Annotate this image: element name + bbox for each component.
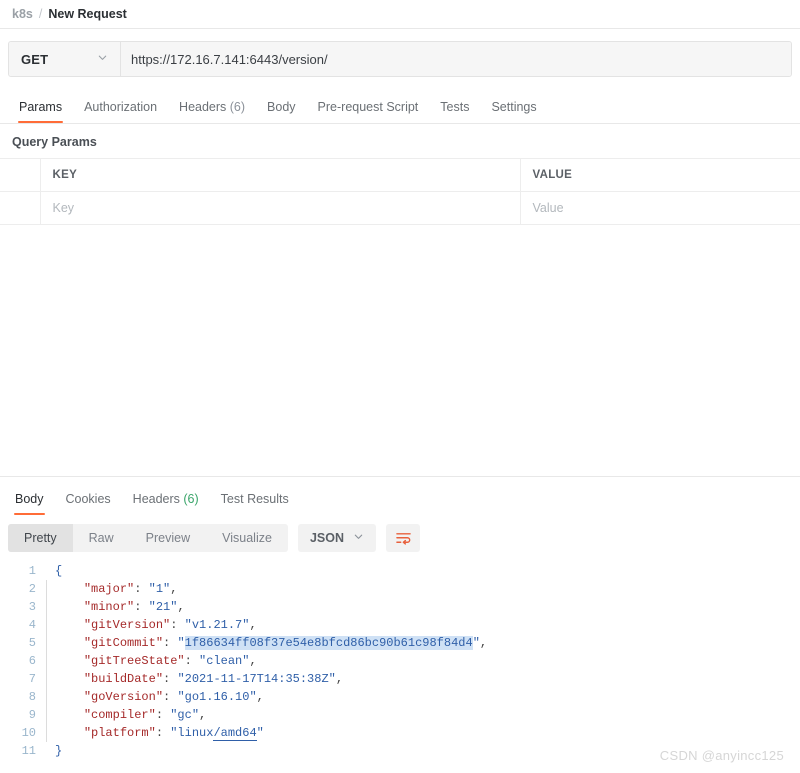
view-mode-raw[interactable]: Raw	[73, 524, 130, 552]
request-url-input[interactable]: https://172.16.7.141:6443/version/	[121, 42, 791, 76]
response-format-label: JSON	[309, 531, 344, 545]
line-number: 3	[28, 600, 36, 614]
param-value-input[interactable]: Value	[519, 191, 800, 225]
query-params-table: KEY VALUE Key Value	[0, 158, 800, 225]
line-number: 9	[28, 708, 36, 722]
column-select-all[interactable]	[0, 158, 41, 192]
code-line: 5 "gitCommit": "1f86634ff08f37e54e8bfcd8…	[0, 634, 800, 652]
line-number: 6	[28, 654, 36, 668]
request-tab-bar: Params Authorization Headers (6) Body Pre-re…	[0, 93, 800, 123]
code-line: 2 "major": "1",	[0, 580, 800, 598]
request-pane-empty-space	[0, 225, 800, 476]
breadcrumb-separator: /	[38, 7, 43, 21]
code-line: 3 "minor": "21",	[0, 598, 800, 616]
breadcrumb-request-name[interactable]: New Request	[48, 7, 127, 21]
tab-label: Body	[267, 100, 296, 114]
response-tab-bar: Body Cookies Headers (6) Test Results	[0, 485, 800, 515]
http-method-selector[interactable]: GET	[9, 42, 121, 76]
http-method-label: GET	[21, 51, 49, 67]
code-line-text: "goVersion": "go1.16.10",	[83, 690, 264, 704]
response-format-selector[interactable]: JSON	[297, 524, 376, 552]
code-line-text: "gitCommit": "1f86634ff08f37e54e8bfcd86b…	[83, 636, 488, 650]
view-mode-visualize[interactable]: Visualize	[206, 524, 288, 552]
line-number: 4	[28, 618, 36, 632]
line-number: 1	[28, 564, 36, 578]
postman-window: k8s / New Request GET https://172.16.7.1…	[0, 0, 800, 773]
tab-count-badge: (6)	[226, 100, 246, 114]
code-line: 10 "platform": "linux/amd64"	[0, 724, 800, 742]
selected-text: 1f86634ff08f37e54e8bfcd86bc90b61c98f84d4	[184, 636, 473, 650]
code-line: 8 "goVersion": "go1.16.10",	[0, 688, 800, 706]
response-body-code[interactable]: 1{2 "major": "1", 3 "minor": "21", 4 "gitV…	[0, 562, 800, 760]
query-params-label: Query Params	[12, 135, 97, 149]
response-tab-test-results[interactable]: Test Results	[210, 492, 300, 515]
request-tab-headers[interactable]: Headers (6)	[168, 100, 256, 123]
code-line-text: "minor": "21",	[83, 600, 185, 614]
tab-label: Test Results	[220, 492, 289, 506]
tab-label: Settings	[491, 100, 537, 114]
request-tab-authorization[interactable]: Authorization	[73, 100, 168, 123]
view-mode-pretty[interactable]: Pretty	[8, 524, 73, 552]
view-mode-preview[interactable]: Preview	[130, 524, 206, 552]
tab-label: Cookies	[65, 492, 111, 506]
chevron-down-icon	[353, 531, 364, 545]
response-toolbar: Pretty Raw Preview Visualize JSON	[0, 515, 800, 552]
tab-label: Tests	[440, 100, 470, 114]
code-line: 4 "gitVersion": "v1.21.7",	[0, 616, 800, 634]
breadcrumb-collection[interactable]: k8s	[12, 7, 33, 21]
line-number: 8	[28, 690, 36, 704]
code-line-text: "buildDate": "2021-11-17T14:35:38Z",	[83, 672, 344, 686]
tab-count-badge: (6)	[179, 492, 199, 506]
code-line-text: "major": "1",	[83, 582, 178, 596]
request-tab-params[interactable]: Params	[8, 100, 73, 123]
code-line: 1{	[0, 562, 800, 580]
response-view-mode-group: Pretty Raw Preview Visualize	[8, 524, 288, 552]
param-key-input[interactable]: Key	[39, 191, 521, 225]
wrap-text-icon[interactable]	[386, 524, 420, 552]
line-number: 7	[28, 672, 36, 686]
request-tab-body[interactable]: Body	[256, 100, 307, 123]
response-pane-divider	[0, 476, 800, 477]
line-number: 2	[28, 582, 36, 596]
breadcrumb: k8s / New Request	[0, 0, 800, 28]
code-line-text: "compiler": "gc",	[83, 708, 207, 722]
request-tab-pre-request-script[interactable]: Pre-request Script	[307, 100, 430, 123]
column-header-key: KEY	[39, 158, 521, 192]
chevron-down-icon	[97, 50, 108, 68]
tab-label: Params	[19, 100, 63, 114]
code-line-text: "gitTreeState": "clean",	[83, 654, 257, 668]
response-tab-headers[interactable]: Headers (6)	[122, 492, 210, 515]
tab-label: Headers	[132, 492, 180, 506]
code-line: 9 "compiler": "gc",	[0, 706, 800, 724]
code-line-text: "platform": "linux/amd64"	[83, 726, 264, 741]
code-line: 7 "buildDate": "2021-11-17T14:35:38Z",	[0, 670, 800, 688]
line-number: 5	[28, 636, 36, 650]
header-divider	[0, 28, 800, 29]
request-url-bar: GET https://172.16.7.141:6443/version/	[8, 41, 792, 77]
code-line: 6 "gitTreeState": "clean",	[0, 652, 800, 670]
code-line-text: {	[55, 564, 63, 578]
row-checkbox-cell[interactable]	[0, 191, 41, 225]
response-tab-cookies[interactable]: Cookies	[55, 492, 122, 515]
column-header-value: VALUE	[519, 158, 800, 192]
table-row: Key Value	[0, 191, 800, 225]
tab-label: Pre-request Script	[317, 100, 419, 114]
request-url-text: https://172.16.7.141:6443/version/	[131, 51, 328, 67]
code-line-text: }	[55, 744, 63, 758]
tab-label: Headers	[179, 100, 227, 114]
table-header-row: KEY VALUE	[0, 158, 800, 192]
watermark: CSDN @anyincc125	[659, 748, 784, 763]
line-number: 10	[21, 726, 36, 740]
tab-label: Body	[15, 492, 44, 506]
request-tab-tests[interactable]: Tests	[429, 100, 480, 123]
response-tab-body[interactable]: Body	[4, 492, 55, 515]
line-number: 11	[21, 744, 36, 758]
request-tab-settings[interactable]: Settings	[480, 100, 547, 123]
tab-label: Authorization	[84, 100, 158, 114]
code-line-text: "gitVersion": "v1.21.7",	[83, 618, 257, 632]
